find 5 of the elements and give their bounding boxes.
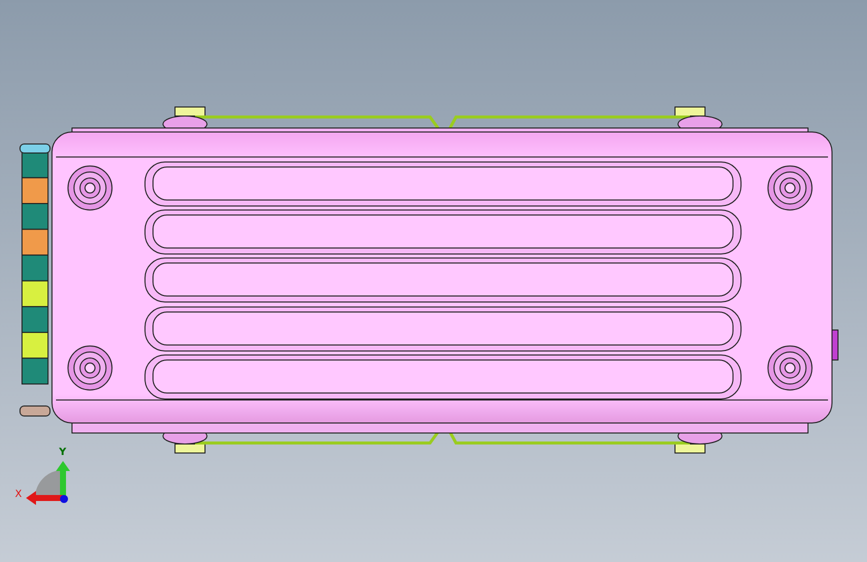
origin-dot [60,495,68,503]
x-axis-arrow [26,491,63,505]
axis-label: Y [59,447,66,458]
axis-label: X [15,489,22,500]
y-axis-arrow [56,461,70,498]
